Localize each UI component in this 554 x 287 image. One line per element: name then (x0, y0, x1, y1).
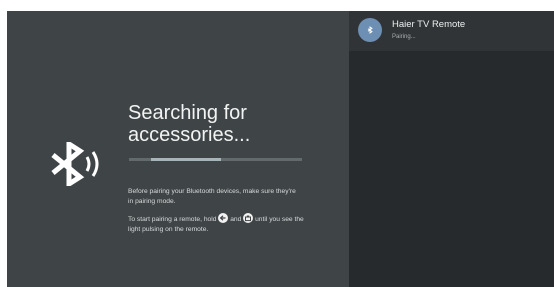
pairing-screen: Searching for accessories... Before pair… (7, 11, 554, 287)
device-name: Haier TV Remote (392, 19, 466, 30)
pairing-mode-instruction: Before pairing your Bluetooth devices, m… (128, 188, 296, 205)
back-arrow-icon (218, 213, 229, 223)
device-status: Pairing... (392, 34, 416, 40)
bluetooth-searching-icon (49, 139, 101, 191)
device-list-panel: Haier TV Remote Pairing... (349, 11, 554, 287)
page-title: Searching for accessories... (128, 102, 251, 146)
bluetooth-device-icon (358, 18, 382, 42)
device-list-item[interactable]: Haier TV Remote Pairing... (349, 11, 554, 51)
search-progress-fill (151, 158, 221, 161)
instruction-and: and (230, 216, 242, 223)
instruction-prefix: To start pairing a remote, hold (128, 216, 217, 223)
search-progress-bar (129, 158, 302, 161)
remote-pairing-instruction: To start pairing a remote, hold and unti… (128, 213, 308, 235)
home-icon (243, 213, 254, 223)
